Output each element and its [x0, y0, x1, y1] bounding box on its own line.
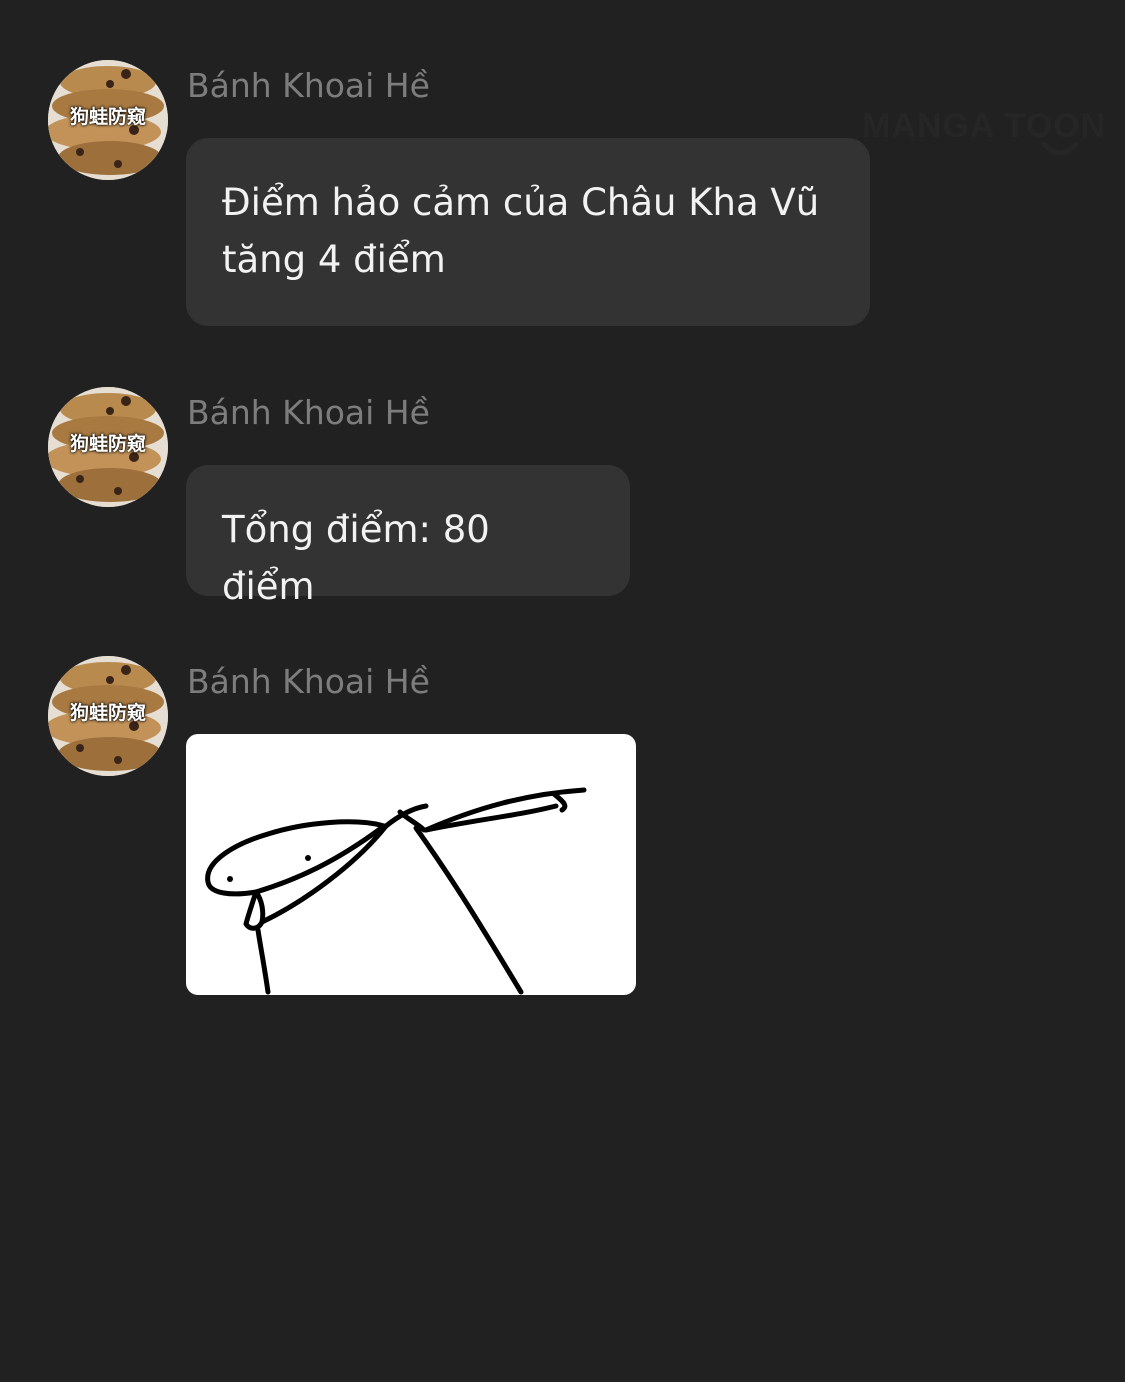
- smile-icon: [1041, 141, 1079, 156]
- avatar-caption: 狗蛙防窥: [69, 433, 146, 455]
- message-bubble[interactable]: Điểm hảo cảm của Châu Kha Vũ tăng 4 điểm: [186, 138, 870, 326]
- avatar-caption: 狗蛙防窥: [69, 106, 146, 128]
- message-bubble[interactable]: Tổng điểm: 80 điểm: [186, 465, 630, 608]
- sender-name: Bánh Khoai Hề: [187, 662, 430, 701]
- avatar[interactable]: 狗蛙防窥: [48, 387, 168, 507]
- doodle-sticker-icon: [205, 787, 587, 995]
- avatar-caption: 狗蛙防窥: [69, 702, 146, 724]
- avatar[interactable]: 狗蛙防窥: [48, 60, 168, 180]
- image-message[interactable]: [186, 734, 636, 995]
- watermark-logo: MANGA TOON: [862, 106, 1117, 162]
- sender-name: Bánh Khoai Hề: [187, 66, 430, 105]
- chat-screen: MANGA TOON 狗蛙防窥 Bánh Khoai Hề Điểm hảo c…: [0, 0, 1125, 1382]
- avatar[interactable]: 狗蛙防窥: [48, 656, 168, 776]
- sender-name: Bánh Khoai Hề: [187, 393, 430, 432]
